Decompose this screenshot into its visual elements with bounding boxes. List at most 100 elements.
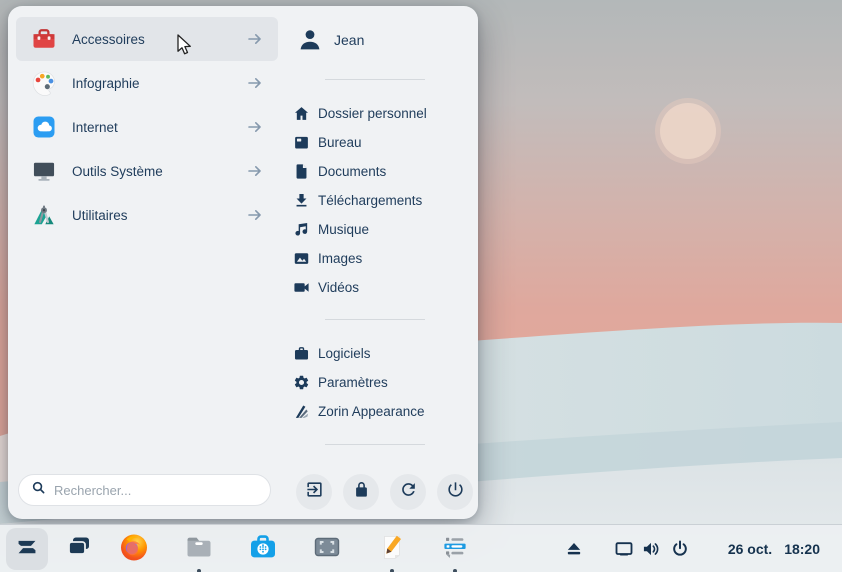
arrow-right-icon (246, 162, 264, 180)
shortcut-parametres[interactable]: Paramètres (293, 368, 388, 397)
user-name: Jean (334, 32, 364, 48)
home-icon (293, 105, 310, 122)
category-utilitaires[interactable]: Utilitaires (16, 193, 278, 237)
category-label: Internet (72, 120, 246, 135)
category-label: Accessoires (72, 32, 246, 47)
cloud-icon (30, 113, 58, 141)
logout-icon (305, 480, 324, 504)
place-label: Vidéos (318, 280, 359, 295)
place-videos[interactable]: Vidéos (293, 273, 359, 302)
category-internet[interactable]: Internet (16, 105, 278, 149)
place-label: Documents (318, 164, 386, 179)
place-label: Bureau (318, 135, 362, 150)
place-label: Images (318, 251, 362, 266)
window-switcher-button[interactable] (61, 531, 97, 567)
music-icon (293, 221, 310, 238)
shortcut-logiciels[interactable]: Logiciels (293, 339, 371, 368)
screenshot-icon (311, 531, 343, 568)
arrow-right-icon (246, 206, 264, 224)
category-label: Utilitaires (72, 208, 246, 223)
monitor-icon (30, 157, 58, 185)
clock-time: 18:20 (784, 541, 820, 557)
zorin-appearance-icon (293, 403, 310, 420)
user-avatar-icon (296, 26, 324, 54)
gear-icon (293, 374, 310, 391)
place-documents[interactable]: Documents (293, 157, 386, 186)
place-bureau[interactable]: Bureau (293, 128, 362, 157)
session-buttons (296, 474, 473, 510)
power-button[interactable] (437, 474, 473, 510)
screenshot-tool-button[interactable] (309, 531, 345, 567)
main-menu-editor-button[interactable] (437, 531, 473, 567)
place-musique[interactable]: Musique (293, 215, 369, 244)
search-box[interactable] (18, 474, 271, 506)
video-icon (293, 279, 310, 296)
clock[interactable]: 26 oct. 18:20 (728, 525, 820, 572)
shortcut-label: Zorin Appearance (318, 404, 425, 419)
power-icon (670, 539, 690, 559)
place-images[interactable]: Images (293, 244, 362, 273)
volume-icon (641, 539, 661, 559)
place-dossier-personnel[interactable]: Dossier personnel (293, 99, 427, 128)
software-store-icon (247, 531, 279, 568)
download-icon (293, 192, 310, 209)
zorin-menu-button[interactable] (6, 528, 48, 570)
files-button[interactable] (181, 531, 217, 567)
taskbar: 26 oct. 18:20 (0, 524, 842, 572)
display-tray-button[interactable] (614, 539, 634, 559)
place-telechargements[interactable]: Téléchargements (293, 186, 422, 215)
palette-icon (30, 69, 58, 97)
briefcase-icon (293, 345, 310, 362)
lock-icon (352, 480, 371, 504)
desktop: Accessoires Infographie Internet (0, 0, 842, 572)
search-input[interactable] (54, 483, 260, 498)
shortcut-label: Paramètres (318, 375, 388, 390)
volume-tray-button[interactable] (641, 539, 661, 559)
category-label: Outils Système (72, 164, 246, 179)
divider (325, 444, 425, 445)
place-label: Dossier personnel (318, 106, 427, 121)
power-icon (446, 480, 465, 504)
arrow-right-icon (246, 118, 264, 136)
toolbox-icon (30, 25, 58, 53)
desktop-icon (293, 134, 310, 151)
utilities-icon (30, 201, 58, 229)
category-list: Accessoires Infographie Internet (16, 17, 278, 237)
place-label: Musique (318, 222, 369, 237)
lock-button[interactable] (343, 474, 379, 510)
user-menu[interactable]: Jean (296, 26, 364, 54)
menu-editor-icon (439, 531, 471, 568)
place-label: Téléchargements (318, 193, 422, 208)
text-editor-icon (376, 531, 408, 568)
text-editor-button[interactable] (374, 531, 410, 567)
eject-icon (564, 539, 584, 559)
zorin-logo-icon (12, 532, 42, 567)
display-icon (614, 539, 634, 559)
clock-date: 26 oct. (728, 541, 772, 557)
shortcut-zorin-appearance[interactable]: Zorin Appearance (293, 397, 425, 426)
restart-button[interactable] (390, 474, 426, 510)
category-accessoires[interactable]: Accessoires (16, 17, 278, 61)
mouse-cursor (176, 34, 196, 56)
folder-icon (183, 531, 215, 568)
category-infographie[interactable]: Infographie (16, 61, 278, 105)
category-outils-systeme[interactable]: Outils Système (16, 149, 278, 193)
category-label: Infographie (72, 76, 246, 91)
search-icon (31, 480, 46, 500)
firefox-icon (118, 531, 150, 568)
windows-icon (63, 531, 95, 568)
logout-button[interactable] (296, 474, 332, 510)
app-menu-panel: Accessoires Infographie Internet (8, 6, 478, 519)
arrow-right-icon (246, 30, 264, 48)
shortcut-label: Logiciels (318, 346, 371, 361)
power-tray-button[interactable] (670, 539, 690, 559)
document-icon (293, 163, 310, 180)
software-store-button[interactable] (245, 531, 281, 567)
divider (325, 319, 425, 320)
arrow-right-icon (246, 74, 264, 92)
eject-button[interactable] (564, 539, 584, 559)
firefox-button[interactable] (116, 531, 152, 567)
restart-icon (399, 480, 418, 504)
divider (325, 79, 425, 80)
image-icon (293, 250, 310, 267)
